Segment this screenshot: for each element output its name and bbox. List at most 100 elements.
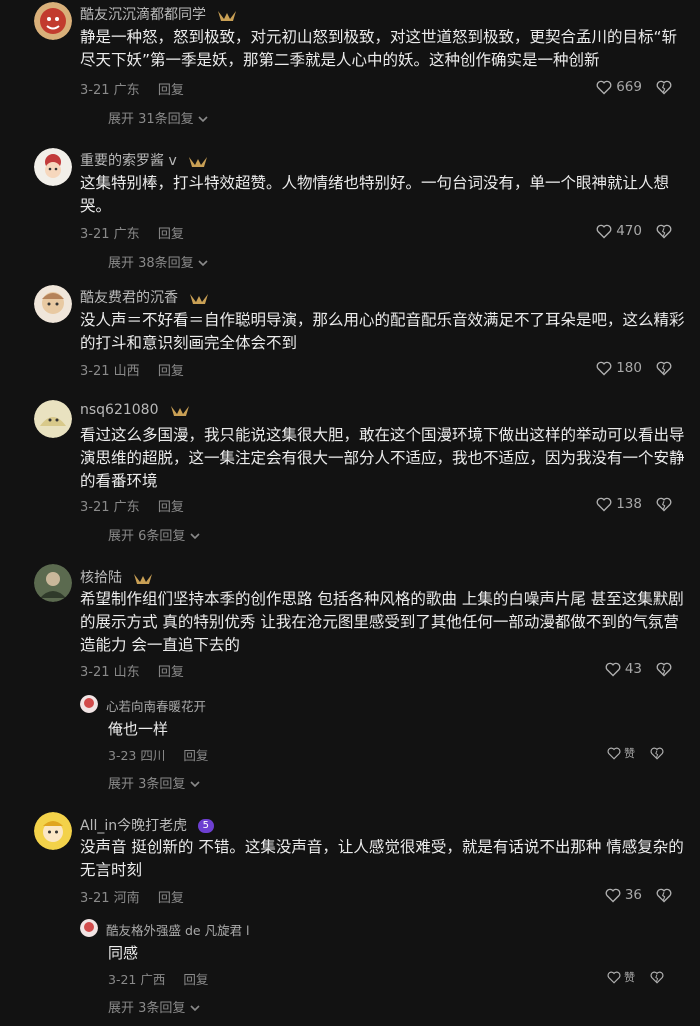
sub-reply-actions: 赞 [607,745,664,761]
avatar[interactable] [34,2,72,40]
comment-date: 3-21 [80,665,110,680]
vip-badge-icon [218,11,237,21]
heart-icon[interactable] [607,971,621,984]
expand-replies-label[interactable]: 展开 3条回复 [108,1001,185,1016]
comment-meta: 3-21 山东 回复 [80,661,184,680]
heart-icon[interactable] [596,361,612,376]
username[interactable]: 酷友沉沉滴都都同学 [80,4,238,24]
username-text[interactable]: 酷友沉沉滴都都同学 [80,7,206,23]
sub-reply-text: 同感 [108,944,139,962]
comment-meta: 3-21 广东 回复 [80,496,184,515]
sub-reply-meta: 3-23 四川 回复 [108,745,208,764]
broken-heart-icon[interactable] [650,747,664,760]
username[interactable]: 酷友费君的沉香 [80,287,210,307]
comment-text: 看过这么多国漫，我只能说这集很大胆，敢在这个国漫环境下做出这样的举动可以看出导演… [80,426,685,490]
reply-button[interactable]: 回复 [158,500,184,515]
comment-date: 3-21 [80,364,110,379]
reply-button[interactable]: 回复 [158,364,184,379]
reply-button[interactable]: 回复 [158,227,184,242]
username-text[interactable]: 重要的索罗酱 v [80,153,177,169]
reply-button[interactable]: 回复 [158,665,184,680]
vip-badge-icon [134,574,153,584]
sub-reply-date: 3-23 [108,748,137,763]
comment-location: 广东 [113,227,140,242]
vip-badge-icon [170,406,189,416]
chevron-down-icon [198,260,208,267]
sub-reply-avatar[interactable] [80,919,98,937]
sub-reply-meta: 3-21 广西 回复 [108,969,208,988]
sub-reply-username[interactable]: 酷友格外强盛 de 凡旋君 l [106,920,250,939]
heart-icon[interactable] [605,888,621,903]
comment-text: 静是一种怒，怒到极致，对元初山怒到极致，对这世道怒到极致，更契合孟川的目标“斩尽… [80,28,678,69]
comment-text: 没声音 挺创新的 不错。这集没声音，让人感觉很难受，就是有话说不出那种 情感复杂… [80,838,684,879]
broken-heart-icon[interactable] [656,361,672,376]
username[interactable]: 重要的索罗酱 v [80,150,209,170]
avatar[interactable] [34,148,72,186]
comment-actions: 669 [596,79,672,95]
broken-heart-icon[interactable] [656,80,672,95]
username[interactable]: 核拾陆 [80,567,154,587]
expand-replies-button[interactable]: 展开 3条回复 [108,997,200,1016]
heart-icon[interactable] [605,662,621,677]
like-count: 470 [616,223,642,239]
username[interactable]: All_in今晚打老虎 5 [80,815,214,835]
sub-reply-avatar[interactable] [80,695,98,713]
like-count: 180 [616,360,642,376]
username[interactable]: nsq621080 [80,402,191,418]
heart-icon[interactable] [596,80,612,95]
broken-heart-icon[interactable] [656,888,672,903]
username-text[interactable]: All_in今晚打老虎 [80,818,187,834]
username-text[interactable]: 酷友费君的沉香 [80,290,178,306]
chevron-down-icon [189,781,200,788]
broken-heart-icon[interactable] [656,662,672,677]
comment-location: 山西 [113,364,140,379]
comment-meta: 3-21 山西 回复 [80,360,184,379]
expand-replies-button[interactable]: 展开 6条回复 [108,525,200,544]
like-count: 138 [616,496,642,512]
avatar[interactable] [34,812,72,850]
comment-list: 酷友沉沉滴都都同学 静是一种怒，怒到极致，对元初山怒到极致，对这世道怒到极致，更… [0,0,700,1026]
expand-replies-label[interactable]: 展开 6条回复 [108,529,185,544]
comment-location: 河南 [113,891,140,906]
sub-reply-username[interactable]: 心若向南春暖花开 [106,696,206,715]
comment-location: 广东 [113,83,140,98]
heart-icon[interactable] [596,497,612,512]
broken-heart-icon[interactable] [656,497,672,512]
chevron-down-icon [189,1005,200,1012]
reply-button[interactable]: 回复 [158,83,184,98]
comment-text: 希望制作组们坚持本季的创作思路 包括各种风格的歌曲 上集的白噪声片尾 甚至这集默… [80,590,684,654]
comment-actions: 138 [596,496,672,512]
broken-heart-icon[interactable] [656,224,672,239]
comment-location: 山东 [113,665,140,680]
sub-reply-like-label: 赞 [624,747,635,760]
sub-reply-button[interactable]: 回复 [183,972,208,987]
avatar[interactable] [34,564,72,602]
sub-reply-text: 俺也一样 [108,720,169,738]
sub-reply-button[interactable]: 回复 [183,748,208,763]
heart-icon[interactable] [607,747,621,760]
expand-replies-label[interactable]: 展开 3条回复 [108,777,185,792]
comment-date: 3-21 [80,500,110,515]
heart-icon[interactable] [596,224,612,239]
comment-text: 没人声＝不好看＝自作聪明导演，那么用心的配音配乐音效满足不了耳朵是吧，这么精彩的… [80,311,685,352]
chevron-down-icon [189,533,200,540]
comment-date: 3-21 [80,227,110,242]
expand-replies-button[interactable]: 展开 31条回复 [108,108,208,127]
sub-reply-like-label: 赞 [624,971,635,984]
comment-meta: 3-21 广东 回复 [80,79,184,98]
comment-actions: 36 [605,887,672,903]
avatar[interactable] [34,400,72,438]
reply-button[interactable]: 回复 [158,891,184,906]
avatar[interactable] [34,285,72,323]
expand-replies-button[interactable]: 展开 38条回复 [108,252,208,271]
comment-location: 广东 [113,500,140,515]
expand-replies-label[interactable]: 展开 31条回复 [108,112,194,127]
like-count: 36 [624,887,642,903]
username-text[interactable]: nsq621080 [80,402,159,418]
expand-replies-label[interactable]: 展开 38条回复 [108,256,194,271]
comment-meta: 3-21 河南 回复 [80,887,184,906]
chevron-down-icon [198,116,208,123]
username-text[interactable]: 核拾陆 [80,570,122,586]
broken-heart-icon[interactable] [650,971,664,984]
expand-replies-button[interactable]: 展开 3条回复 [108,773,200,792]
